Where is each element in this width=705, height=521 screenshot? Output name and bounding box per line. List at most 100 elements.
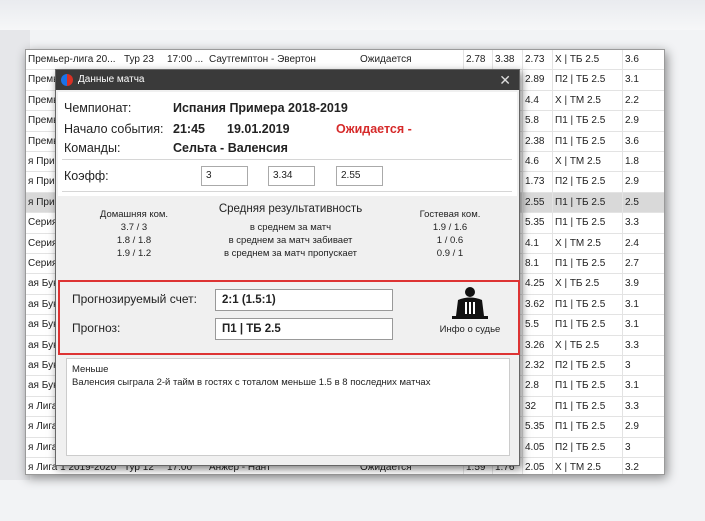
table-cell-val: 2.2	[622, 90, 662, 111]
championship-label: Чемпионат:	[64, 101, 132, 115]
table-cell-val: 3.3	[622, 335, 662, 355]
divider	[62, 159, 512, 160]
table-cell-val: 2.9	[622, 417, 662, 437]
table-cell-pred: П1 | ТБ 2.5	[552, 294, 620, 315]
table-cell-pred: X | ТМ 2.5	[552, 458, 620, 474]
table-cell-pred: X | ТМ 2.5	[552, 152, 620, 172]
table-cell-time: 17:00 ...	[167, 54, 204, 65]
table-cell-val: 3	[622, 437, 662, 457]
table-cell-pred: П1 | ТБ 2.5	[552, 396, 620, 417]
table-cell-k3: 5.5	[522, 315, 548, 335]
table-cell-k3: 2.05	[522, 458, 548, 474]
table-cell-k3: 4.6	[522, 152, 548, 172]
table-cell-k3: 5.8	[522, 111, 548, 131]
referee-info-label: Инфо о судье	[439, 324, 501, 335]
referee-icon	[452, 287, 488, 319]
away-team-title: Гостевая ком.	[419, 209, 481, 220]
table-cell-val: 3.1	[622, 376, 662, 396]
table-cell-pred: П1 | ТБ 2.5	[552, 111, 620, 131]
table-cell-pred: П1 | ТБ 2.5	[552, 315, 620, 335]
table-cell-val: 3.6	[622, 131, 662, 151]
match-info-panel: Чемпионат: Испания Примера 2018-2019 Нач…	[58, 92, 517, 212]
championship-value: Испания Примера 2018-2019	[173, 101, 348, 115]
table-cell-val: 2.9	[622, 111, 662, 131]
table-cell-k3: 4.4	[522, 90, 548, 111]
table-cell-val: 3.3	[622, 213, 662, 233]
average-stat-label: в среднем за матч	[249, 222, 332, 233]
table-cell-league: Премьер-лига 20...	[28, 54, 116, 65]
table-cell-k3: 5.35	[522, 417, 548, 437]
average-stat-label: в среднем за матч забивает	[228, 235, 353, 246]
table-cell-k3: 2.55	[522, 192, 548, 213]
table-cell-val: 3.6	[622, 50, 662, 70]
comment-text: Валенсия сыграла 2-й тайм в гостях с тот…	[72, 377, 431, 388]
start-date: 19.01.2019	[227, 122, 290, 136]
stats-panel: Домашняя ком. 3.7 / 3 1.8 / 1.8 1.9 / 1.…	[58, 196, 517, 276]
home-stat: 1.8 / 1.8	[116, 235, 152, 246]
koef-home-input[interactable]: 3	[201, 166, 248, 186]
table-cell-val: 1.8	[622, 152, 662, 172]
table-cell-k3: 2.8	[522, 376, 548, 396]
home-team-title: Домашняя ком.	[99, 209, 169, 220]
table-cell-pred: П2 | ТБ 2.5	[552, 172, 620, 192]
home-stat: 1.9 / 1.2	[116, 248, 152, 259]
start-label: Начало события:	[64, 122, 164, 136]
table-cell-pred: П1 | ТБ 2.5	[552, 417, 620, 437]
away-stat: 1 / 0.6	[436, 235, 464, 246]
table-cell-val: 3.1	[622, 315, 662, 335]
table-cell-pred: X | ТМ 2.5	[552, 233, 620, 253]
table-cell-val: 3.1	[622, 70, 662, 90]
table-cell-pred: X | ТБ 2.5	[552, 335, 620, 355]
table-cell-k3: 2.73	[522, 50, 548, 70]
table-cell-teams: Саутгемптон - Эвертон	[209, 54, 316, 65]
table-cell-tour: Тур 23	[124, 54, 154, 65]
table-cell-k3: 1.73	[522, 172, 548, 192]
table-cell-k3: 4.25	[522, 274, 548, 294]
forecast-field[interactable]: П1 | ТБ 2.5	[215, 318, 393, 340]
match-data-dialog: Данные матча ✕ Чемпионат: Испания Пример…	[55, 69, 520, 466]
average-performance-title: Средняя результативность	[218, 203, 363, 215]
table-cell-val: 3	[622, 356, 662, 376]
table-cell-pred: П1 | ТБ 2.5	[552, 376, 620, 396]
dialog-titlebar: Данные матча ✕	[56, 70, 519, 90]
prediction-box: Прогнозируемый счет: 2:1 (1.5:1) Прогноз…	[58, 280, 520, 355]
table-cell-val: 3.2	[622, 458, 662, 474]
table-cell-val: 3.3	[622, 396, 662, 417]
status-badge: Ожидается -	[336, 122, 412, 136]
table-cell-val: 2.4	[622, 233, 662, 253]
dialog-title: Данные матча	[78, 74, 145, 85]
table-cell-pred: П1 | ТБ 2.5	[552, 254, 620, 274]
table-row[interactable]: Премьер-лига 20... Тур 23 17:00 ... Саутгем…	[26, 50, 664, 71]
table-cell-val: 2.5	[622, 192, 662, 213]
table-cell-k1: 2.78	[463, 50, 489, 70]
table-cell-pred: X | ТМ 2.5	[552, 90, 620, 111]
average-stat-label: в среднем за матч пропускает	[223, 248, 358, 259]
table-cell-pred: X | ТБ 2.5	[552, 274, 620, 294]
table-cell-val: 3.1	[622, 294, 662, 315]
forecast-label: Прогноз:	[72, 321, 121, 335]
away-stat: 1.9 / 1.6	[432, 222, 468, 233]
table-cell-val: 2.9	[622, 172, 662, 192]
koef-draw-input[interactable]: 3.34	[268, 166, 315, 186]
table-cell-k3: 3.62	[522, 294, 548, 315]
table-cell-k3: 2.38	[522, 131, 548, 151]
table-cell-k3: 5.35	[522, 213, 548, 233]
away-stat: 0.9 / 1	[436, 248, 464, 259]
table-cell-k3: 4.1	[522, 233, 548, 253]
start-time: 21:45	[173, 122, 205, 136]
teams-label: Команды:	[64, 141, 121, 155]
table-cell-status: Ожидается	[360, 54, 412, 65]
predicted-score-field[interactable]: 2:1 (1.5:1)	[215, 289, 393, 311]
home-stat: 3.7 / 3	[120, 222, 148, 233]
koef-away-input[interactable]: 2.55	[336, 166, 383, 186]
predicted-score-label: Прогнозируемый счет:	[72, 292, 197, 306]
table-cell-k3: 3.26	[522, 335, 548, 355]
referee-info-button[interactable]: Инфо о судье	[432, 286, 508, 342]
table-cell-k3: 8.1	[522, 254, 548, 274]
table-cell-pred: П1 | ТБ 2.5	[552, 192, 620, 213]
table-cell-k3: 2.32	[522, 356, 548, 376]
close-icon[interactable]: ✕	[499, 70, 511, 90]
table-cell-pred: П1 | ТБ 2.5	[552, 213, 620, 233]
table-cell-k3: 32	[522, 396, 548, 417]
comment-box: Меньше Валенсия сыграла 2-й тайм в гостя…	[66, 358, 510, 456]
